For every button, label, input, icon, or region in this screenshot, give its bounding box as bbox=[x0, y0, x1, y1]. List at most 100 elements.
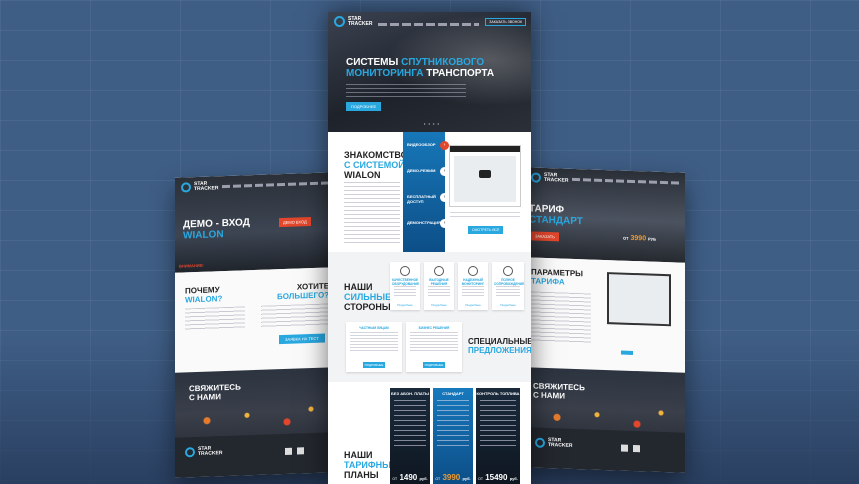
watch-all-button[interactable]: СМОТРЕТЬ ВСЁ bbox=[468, 226, 504, 234]
want-more-title: ХОТИТЕ БОЛЬШЕГО? bbox=[277, 281, 330, 302]
order-call-button[interactable]: ЗАКАЗАТЬ ЗВОНОК bbox=[485, 17, 526, 26]
intro-title: ЗНАКОМСТВО С СИСТЕМОЙ WIALON bbox=[344, 150, 408, 180]
strengths-title: НАШИ СИЛЬНЫЕ СТОРОНЫ bbox=[344, 282, 392, 312]
tab-demonstration[interactable]: ДЕМОНСТРАЦИЯ bbox=[407, 220, 441, 225]
tariff-price: ОТ 15490 руб. bbox=[478, 473, 518, 482]
strength-card[interactable]: ВЫГОДНЫЕ РЕШЕНИЯ Подробнее bbox=[424, 262, 454, 310]
offer-card[interactable]: ЧАСТНЫМ ЛИЦАМ ПОДРОБНЕЕ bbox=[346, 322, 402, 372]
right-page-mockup: STAR TRACKER ТАРИФ СТАНДАРТ ЗАКАЗАТЬ ОТ 3… bbox=[525, 167, 685, 473]
card-link[interactable]: Подробнее bbox=[492, 303, 524, 307]
solutions-icon bbox=[434, 266, 444, 276]
tariffs-section: НАШИ ТАРИФНЫЕ ПЛАНЫ БЕЗ АБОН. ПЛАТЫ ОТ 1… bbox=[328, 382, 531, 484]
why-text bbox=[185, 306, 245, 331]
attention-text: ВНИМАНИЕ! bbox=[179, 262, 204, 269]
left-page-mockup: STAR TRACKER ДЕМО - ВХОД WIALON ДЕМО ВХОД… bbox=[175, 172, 335, 478]
tab-demo-mode[interactable]: ДЕМО-РЕЖИМ bbox=[407, 168, 435, 173]
card-link[interactable]: Подробнее bbox=[458, 303, 488, 307]
intro-section: ЗНАКОМСТВО С СИСТЕМОЙ WIALON ВИДЕООБЗОР … bbox=[328, 132, 531, 252]
offer-button[interactable]: ПОДРОБНЕЕ bbox=[363, 362, 385, 368]
left-logo[interactable]: STAR TRACKER bbox=[181, 180, 219, 193]
right-footer-logo[interactable]: STAR TRACKER bbox=[535, 437, 573, 449]
left-contact-section: СВЯЖИТЕСЬ С НАМИ STAR TRACKER bbox=[175, 367, 335, 478]
star-logo-icon bbox=[535, 437, 545, 448]
strength-card[interactable]: НАДЕЖНЫЙ МОНИТОРИНГ Подробнее bbox=[458, 262, 488, 310]
card-title: НАДЕЖНЫЙ МОНИТОРИНГ bbox=[461, 278, 485, 286]
card-text bbox=[462, 286, 484, 296]
strengths-section: НАШИ СИЛЬНЫЕ СТОРОНЫ КАЧЕСТВЕННОЕ ОБОРУД… bbox=[328, 252, 531, 382]
main-hero-title: СИСТЕМЫ СПУТНИКОВОГО МОНИТОРИНГА ТРАНСПО… bbox=[346, 57, 495, 79]
card-title: ВЫГОДНЫЕ РЕШЕНИЯ bbox=[429, 278, 449, 286]
offer-text bbox=[410, 332, 458, 352]
right-hero-title: ТАРИФ СТАНДАРТ bbox=[529, 203, 583, 228]
left-nav-links[interactable] bbox=[222, 180, 331, 188]
left-hero: STAR TRACKER ДЕМО - ВХОД WIALON ДЕМО ВХОД… bbox=[175, 172, 335, 273]
youtube-icon[interactable] bbox=[285, 447, 292, 455]
main-page-mockup: STAR TRACKER ЗАКАЗАТЬ ЗВОНОК СИСТЕМЫ СПУТ… bbox=[328, 12, 531, 484]
video-map-preview bbox=[454, 156, 516, 202]
offer-card[interactable]: БИЗНЕС РЕШЕНИЯ ПОДРОБНЕЕ bbox=[406, 322, 462, 372]
card-title: КАЧЕСТВЕННОЕ ОБОРУДОВАНИЕ bbox=[392, 278, 420, 286]
logo-text: STAR TRACKER bbox=[548, 437, 573, 449]
offer-button[interactable]: ПОДРОБНЕЕ bbox=[423, 362, 445, 368]
youtube-icon[interactable] bbox=[621, 444, 628, 452]
tariff-features bbox=[394, 400, 426, 450]
left-nav: STAR TRACKER bbox=[181, 177, 331, 193]
tariff-card[interactable]: СТАНДАРТ ОТ 3990 руб. bbox=[433, 388, 473, 484]
right-contact-section: СВЯЖИТЕСЬ С НАМИ STAR TRACKER bbox=[525, 367, 685, 473]
right-price: ОТ 3990 РУБ bbox=[623, 234, 657, 243]
left-footer: STAR TRACKER bbox=[175, 432, 335, 478]
tariff-card[interactable]: БЕЗ АБОН. ПЛАТЫ ОТ 1490 руб. bbox=[390, 388, 430, 484]
star-logo-icon bbox=[334, 16, 345, 27]
chevron-right-icon[interactable]: › bbox=[440, 167, 449, 176]
video-titlebar bbox=[450, 146, 520, 152]
main-nav-links[interactable] bbox=[378, 23, 480, 26]
card-link[interactable]: Подробнее bbox=[390, 303, 420, 307]
tab-video-review[interactable]: ВИДЕООБЗОР bbox=[407, 142, 436, 147]
logo-text: STAR TRACKER bbox=[194, 180, 219, 193]
strength-card[interactable]: ПОЛНОЕ СОПРОВОЖДЕНИЕ Подробнее bbox=[492, 262, 524, 310]
card-text bbox=[496, 286, 520, 296]
tab-free-access[interactable]: БЕСПЛАТНЫЙ ДОСТУП bbox=[407, 194, 437, 204]
tariff-card[interactable]: КОНТРОЛЬ ТОПЛИВА ОТ 15490 руб. bbox=[476, 388, 520, 484]
order-button[interactable]: ЗАКАЗАТЬ bbox=[531, 231, 559, 242]
right-nav-links[interactable] bbox=[572, 177, 681, 185]
star-logo-icon bbox=[181, 182, 191, 193]
left-why-section: ПОЧЕМУ WIALON? ХОТИТЕ БОЛЬШЕГО? ЗАЯВКА Н… bbox=[175, 267, 335, 373]
video-player[interactable] bbox=[449, 145, 521, 207]
offer-title: БИЗНЕС РЕШЕНИЯ bbox=[418, 326, 450, 330]
slider-dots[interactable]: • • • • bbox=[424, 121, 440, 126]
intro-text bbox=[344, 182, 400, 244]
strength-card[interactable]: КАЧЕСТВЕННОЕ ОБОРУДОВАНИЕ Подробнее bbox=[390, 262, 420, 310]
tariffs-title: НАШИ ТАРИФНЫЕ ПЛАНЫ bbox=[344, 450, 397, 480]
tariff-name: КОНТРОЛЬ ТОПЛИВА bbox=[476, 391, 520, 396]
chevron-right-icon[interactable]: › bbox=[440, 219, 449, 228]
right-nav: STAR TRACKER bbox=[531, 172, 681, 187]
params-button[interactable] bbox=[621, 350, 633, 355]
main-nav: STAR TRACKER ЗАКАЗАТЬ ЗВОНОК bbox=[334, 16, 526, 27]
card-link[interactable]: Подробнее bbox=[424, 303, 454, 307]
facebook-icon[interactable] bbox=[297, 447, 304, 455]
card-text bbox=[428, 286, 450, 296]
left-footer-logo[interactable]: STAR TRACKER bbox=[185, 446, 222, 458]
chevron-right-icon[interactable]: › bbox=[440, 193, 449, 202]
left-hero-title: ДЕМО - ВХОД WIALON bbox=[183, 217, 250, 242]
hero-details-button[interactable]: ПОДРОБНЕЕ bbox=[346, 102, 382, 111]
main-hero: STAR TRACKER ЗАКАЗАТЬ ЗВОНОК СИСТЕМЫ СПУТ… bbox=[328, 12, 531, 132]
right-logo[interactable]: STAR TRACKER bbox=[531, 172, 568, 184]
left-contact-title: СВЯЖИТЕСЬ С НАМИ bbox=[189, 382, 241, 403]
card-text bbox=[394, 286, 416, 296]
params-text bbox=[531, 291, 591, 344]
offer-text bbox=[350, 332, 398, 352]
chevron-right-icon[interactable]: › bbox=[440, 141, 449, 150]
monitoring-icon bbox=[468, 266, 478, 276]
right-footer: STAR TRACKER bbox=[525, 427, 685, 473]
facebook-icon[interactable] bbox=[633, 444, 640, 453]
demo-login-button[interactable]: ДЕМО ВХОД bbox=[279, 217, 311, 228]
test-request-button[interactable]: ЗАЯВКА НА ТЕСТ bbox=[279, 333, 325, 345]
main-logo[interactable]: STAR TRACKER bbox=[334, 16, 372, 27]
video-caption bbox=[450, 212, 520, 220]
equipment-icon bbox=[400, 266, 410, 276]
play-icon[interactable] bbox=[479, 170, 491, 178]
tariff-features bbox=[437, 400, 469, 450]
special-offers-title: СПЕЦИАЛЬНЫЕ ПРЕДЛОЖЕНИЯ bbox=[468, 337, 531, 355]
